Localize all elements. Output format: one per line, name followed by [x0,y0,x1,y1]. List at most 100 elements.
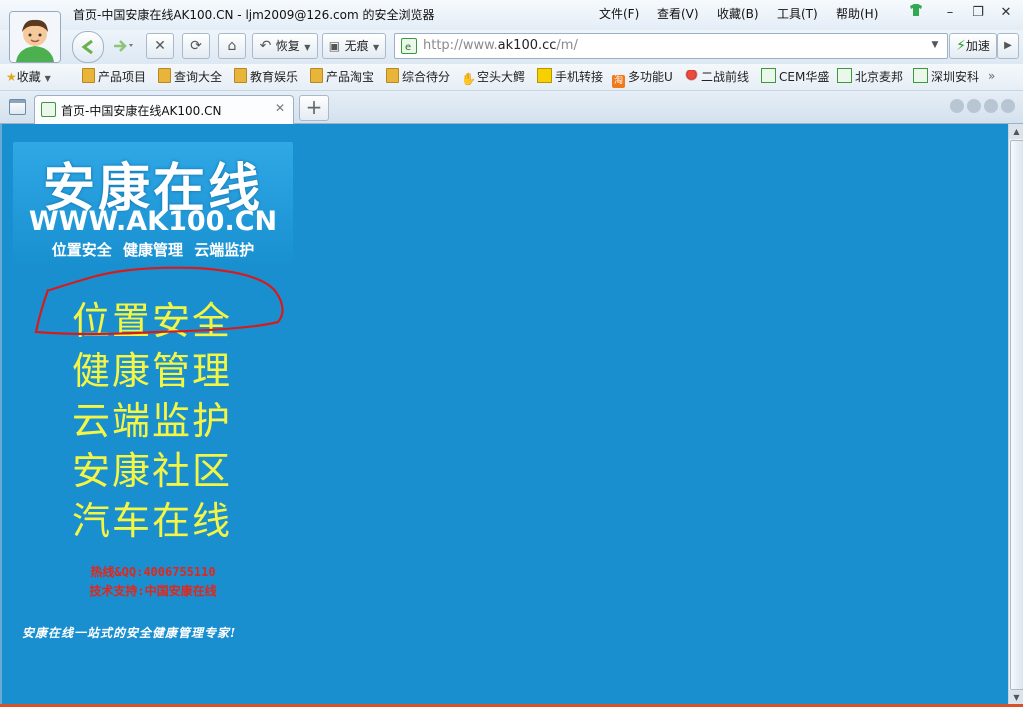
bookmark-item[interactable]: 综合待分 [386,68,450,86]
go-button[interactable]: ▶ [997,33,1019,59]
bookmark-label: 产品项目 [98,70,147,84]
bookmark-label: 空头大鳄 [477,70,526,84]
vertical-scrollbar[interactable]: ▲ ▼ [1008,124,1023,707]
window-title: 首页-中国安康在线AK100.CN - ljm2009@126.com 的安全浏… [73,8,435,22]
menu-file[interactable]: 文件(F) [599,5,639,22]
home-button[interactable]: ⌂ [218,33,246,59]
back-button[interactable] [72,31,104,63]
bookmark-item[interactable]: 淘多功能U [612,68,673,88]
ie-page-icon [837,68,852,83]
page-icon: e [401,38,417,54]
bookmark-item[interactable]: 查询大全 [158,68,222,86]
incognito-icon: ▣ [328,39,341,53]
folder-icon [386,68,399,83]
new-tab-button[interactable]: + [299,95,329,121]
sidebar-toggle-icon[interactable] [9,99,26,115]
bookmark-label: 综合待分 [402,70,451,84]
bookmark-label: CEM华盛 [779,70,830,84]
bookmark-label: 北京麦邦 [855,70,904,84]
restore-button[interactable]: ❐ [968,4,988,22]
forward-button[interactable] [106,36,136,56]
tab-title: 首页-中国安康在线AK100.CN [61,104,222,118]
logo-tagline: 位置安全 健康管理 云端监护 [51,241,255,259]
tab-scroll-left-icon[interactable] [950,99,964,113]
bookmark-item[interactable]: 手机转接 [537,68,603,86]
nav-community[interactable]: 安康社区 [72,440,232,495]
menu-help[interactable]: 帮助(H) [836,5,878,22]
title-bar: 首页-中国安康在线AK100.CN - ljm2009@126.com 的安全浏… [0,0,1023,30]
bookmark-label: 二战前线 [701,70,750,84]
folder-icon [158,68,171,83]
bookmark-item[interactable]: 产品项目 [82,68,146,86]
scroll-up-arrow-icon[interactable]: ▲ [1009,124,1023,139]
incognito-label: 无痕 [344,39,369,53]
skin-icon[interactable] [906,4,926,22]
bookmark-item[interactable]: CEM华盛 [761,68,829,86]
folder-icon [234,68,247,83]
menu-view[interactable]: 查看(V) [657,5,699,22]
bookmark-label: 深圳安科 [931,70,980,84]
address-bar[interactable]: e http://www.ak100.cc/m/ [394,33,948,59]
lightning-icon: ⚡ [956,38,966,54]
slogan-text: 安康在线一站式的安全健康管理专家! [22,626,237,640]
url-path: /m/ [556,38,578,53]
nav-car-online[interactable]: 汽车在线 [72,490,232,545]
chevron-down-icon: ▼ [44,74,51,83]
bookmark-item[interactable]: 教育娱乐 [234,68,298,86]
bookmark-item[interactable]: 产品淘宝 [310,68,374,86]
pin-icon [685,70,698,83]
tab-scroll-right-icon[interactable] [967,99,981,113]
back-arrow-icon [81,39,93,55]
close-all-tabs-icon[interactable] [1001,99,1015,113]
site-logo[interactable]: 安康在线 WWW.AK100.CN 位置安全 健康管理 云端监护 [13,142,293,267]
incognito-button[interactable]: ▣ 无痕 ▼ [322,33,386,59]
minimize-button[interactable]: – [940,4,960,22]
undo-icon: ↶ [259,38,272,54]
nav-health-management[interactable]: 健康管理 [72,340,232,395]
restore-tab-label: 恢复 [275,39,300,53]
bookmarks-more-button[interactable]: » [988,67,995,85]
bookmark-label: 手机转接 [555,70,604,84]
red-circle-annotation [34,266,284,336]
tab-close-button[interactable]: ✕ [275,101,285,115]
forward-arrow-icon [114,40,133,52]
accelerate-button[interactable]: ⚡加速 [949,33,997,59]
bookmark-item[interactable]: 深圳安科 [913,68,979,86]
bookmark-label: 查询大全 [174,70,223,84]
page-icon [41,102,56,117]
close-button[interactable]: ✕ [996,4,1016,22]
url-dropdown-icon[interactable]: ▼ [926,34,944,56]
scroll-down-arrow-icon[interactable]: ▼ [1009,690,1023,705]
refresh-button[interactable]: ⟳ [182,33,210,59]
tab-list-icon[interactable] [984,99,998,113]
folder-icon [310,68,323,83]
ie-page-icon [761,68,776,83]
logo-url: WWW.AK100.CN [28,206,278,237]
restore-tab-button[interactable]: ↶ 恢复 ▼ [252,33,318,59]
url-host: ak100.cc [497,38,557,53]
menu-favorites[interactable]: 收藏(B) [717,5,759,22]
accelerate-label: 加速 [965,39,990,53]
bookmark-item[interactable]: ✋空头大鳄 [461,68,525,86]
chevron-down-icon: ▼ [304,43,311,52]
menu-tools[interactable]: 工具(T) [777,5,818,22]
favorites-button[interactable]: ★收藏 ▼ [6,68,51,86]
star-icon: ★ [6,70,17,84]
url-text[interactable]: http://www.ak100.cc/m/ [423,38,578,53]
nav-cloud-monitoring[interactable]: 云端监护 [72,390,232,445]
bookmark-item[interactable]: 北京麦邦 [837,68,903,86]
bookmark-label: 多功能U [628,70,673,84]
hand-icon: ✋ [461,72,476,86]
url-scheme: http://www. [423,38,498,53]
ie-page-icon [913,68,928,83]
scrollbar-thumb[interactable] [1010,140,1023,690]
user-avatar[interactable] [9,11,61,63]
tab-scroll-controls [950,99,1015,116]
svg-text:e: e [405,42,411,53]
chevron-down-icon: ▼ [373,43,380,52]
stop-button[interactable]: ✕ [146,33,174,59]
support-text: 技术支持:中国安康在线 [89,584,217,598]
tab-active[interactable]: 首页-中国安康在线AK100.CN ✕ [34,95,294,124]
bookmark-item[interactable]: 二战前线 [685,68,749,86]
favorites-label: 收藏 [16,70,41,84]
